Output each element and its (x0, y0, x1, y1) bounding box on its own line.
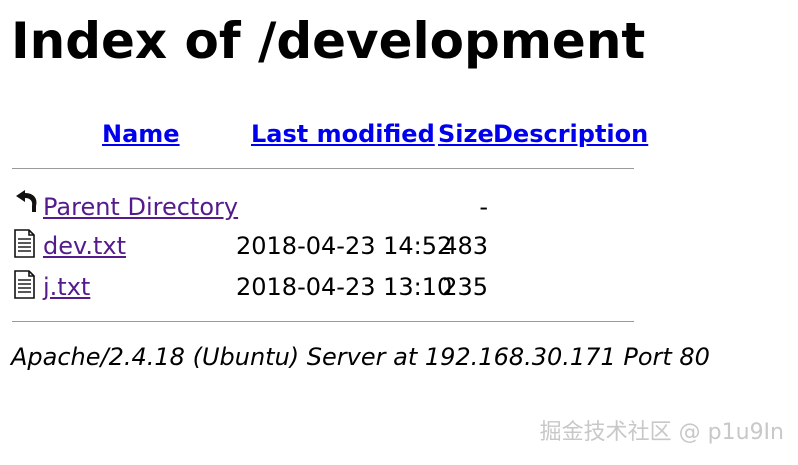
table-row: j.txt 2018-04-23 13:10 235 (12, 270, 634, 304)
size-cell: - (479, 193, 488, 221)
sort-by-name-link[interactable]: Name (102, 118, 180, 150)
size-cell: 235 (442, 273, 488, 301)
size-cell: 483 (442, 232, 488, 260)
table-row: dev.txt 2018-04-23 14:52 483 (12, 229, 634, 263)
sort-by-description-link[interactable]: Description (493, 118, 648, 150)
modified-cell: 2018-04-23 14:52 (236, 232, 453, 260)
modified-cell: 2018-04-23 13:10 (236, 273, 453, 301)
table-row: Parent Directory - (12, 190, 634, 224)
text-file-icon (12, 229, 40, 259)
server-signature: Apache/2.4.18 (Ubuntu) Server at 192.168… (11, 343, 710, 371)
text-file-icon (12, 270, 40, 300)
sort-by-size-link[interactable]: Size (438, 118, 494, 150)
back-arrow-icon (12, 190, 40, 220)
file-link-dev-txt[interactable]: dev.txt (43, 229, 126, 263)
directory-listing: Name Last modified Size Description Pare… (12, 118, 648, 323)
parent-directory-link[interactable]: Parent Directory (43, 190, 238, 224)
footer-divider (12, 321, 634, 322)
sort-by-last-modified-link[interactable]: Last modified (251, 118, 435, 150)
watermark: 掘金技术社区 @ p1u9In (539, 420, 784, 445)
header-divider (12, 168, 634, 169)
file-link-j-txt[interactable]: j.txt (43, 270, 90, 304)
page-title: Index of /development (11, 12, 646, 70)
